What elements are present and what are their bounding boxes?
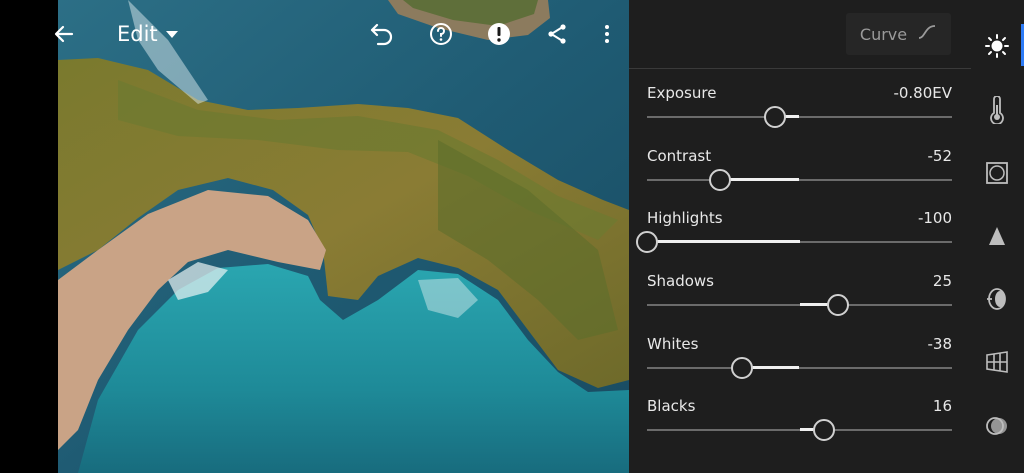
slider-track[interactable] [647,169,952,191]
slider-contrast: Contrast -52 [647,147,952,197]
light-icon[interactable] [983,32,1011,60]
geometry-icon[interactable] [983,348,1011,376]
edit-menu-dropdown[interactable]: Edit [117,20,178,48]
color-temperature-icon[interactable] [983,96,1011,124]
slider-value: -100 [917,209,952,227]
light-adjustment-panel: Curve Exposure -0.80EV Contrast -52 Highligh… [629,0,971,473]
presets-icon[interactable] [983,412,1011,440]
slider-label: Shadows [647,272,715,290]
panel-header: Curve [629,0,971,69]
slider-track[interactable] [636,231,952,253]
detail-icon[interactable] [983,222,1011,250]
slider-value: 25 [932,272,952,290]
photo-canvas[interactable] [58,0,629,473]
slider-fill [720,178,800,181]
slider-track[interactable] [647,294,952,316]
chevron-down-icon [165,30,178,38]
alert-icon[interactable] [485,20,513,48]
slider-thumb[interactable] [730,357,753,379]
slider-track[interactable] [647,419,952,441]
curve-icon [917,24,937,44]
slider-track[interactable] [647,106,952,128]
slider-value: -52 [927,147,953,165]
slider-thumb[interactable] [709,169,732,191]
slider-thumb[interactable] [812,419,835,441]
slider-label: Exposure [647,84,717,102]
slider-whites: Whites -38 [647,335,952,385]
slider-fill [647,240,800,243]
top-toolbar: Edit [54,0,629,70]
slider-exposure: Exposure -0.80EV [647,84,952,134]
optics-icon[interactable] [983,285,1011,313]
edit-label: Edit [117,22,158,46]
back-arrow-icon[interactable] [50,20,78,48]
curve-button[interactable]: Curve [846,13,951,55]
slider-label: Contrast [647,147,712,165]
curve-label: Curve [859,24,908,44]
slider-value: -0.80EV [893,84,952,102]
slider-label: Highlights [647,209,723,227]
slider-label: Blacks [647,397,696,415]
slider-thumb[interactable] [764,106,787,128]
slider-highlights: Highlights -100 [636,209,952,259]
slider-thumb[interactable] [636,231,658,253]
aerial-photo [58,0,629,473]
slider-track[interactable] [647,357,952,379]
slider-value: 16 [932,397,952,415]
slider-value: -38 [927,335,953,353]
slider-shadows: Shadows 25 [647,272,952,322]
share-icon[interactable] [543,20,571,48]
more-vertical-icon[interactable] [593,20,621,48]
slider-label: Whites [647,335,699,353]
help-icon[interactable] [427,20,455,48]
effects-vignette-icon[interactable] [983,159,1011,187]
slider-thumb[interactable] [826,294,849,316]
tool-rail [971,0,1024,473]
undo-icon[interactable] [368,20,396,48]
slider-blacks: Blacks 16 [647,397,952,447]
